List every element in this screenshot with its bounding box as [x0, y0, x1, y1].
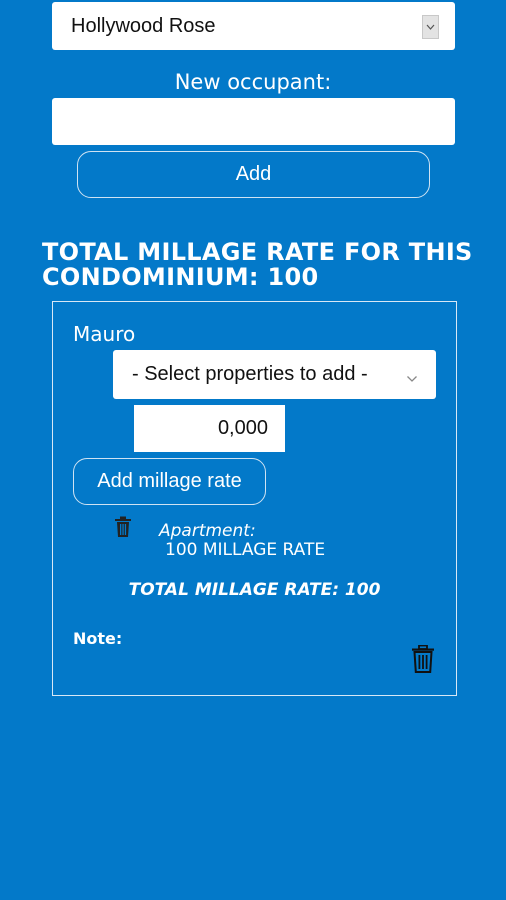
condominium-select[interactable]: Hollywood Rose — [52, 2, 455, 50]
millage-rate-input[interactable]: 0,000 — [134, 405, 285, 452]
add-millage-rate-button[interactable]: Add millage rate — [73, 458, 266, 505]
note-label: Note: — [73, 629, 123, 648]
chevron-down-icon[interactable] — [422, 15, 439, 39]
occupant-name: Mauro — [73, 322, 136, 346]
property-select-placeholder: - Select properties to add - — [132, 363, 368, 385]
add-occupant-button[interactable]: Add — [77, 151, 430, 198]
property-rate-value: 100 MILLAGE RATE — [165, 540, 326, 560]
occupant-total-millage: TOTAL MILLAGE RATE: 100 — [128, 580, 381, 600]
condominium-total-title: TOTAL MILLAGE RATE FOR THIS CONDOMINIUM:… — [42, 238, 473, 291]
property-type-label: Apartment: — [159, 521, 256, 541]
trash-icon[interactable] — [114, 516, 132, 542]
chevron-down-icon — [406, 366, 418, 389]
new-occupant-input[interactable] — [52, 98, 455, 145]
trash-icon[interactable] — [411, 644, 435, 677]
property-select[interactable]: - Select properties to add - — [113, 350, 436, 399]
new-occupant-label: New occupant: — [174, 70, 332, 94]
condominium-select-value: Hollywood Rose — [71, 14, 216, 37]
